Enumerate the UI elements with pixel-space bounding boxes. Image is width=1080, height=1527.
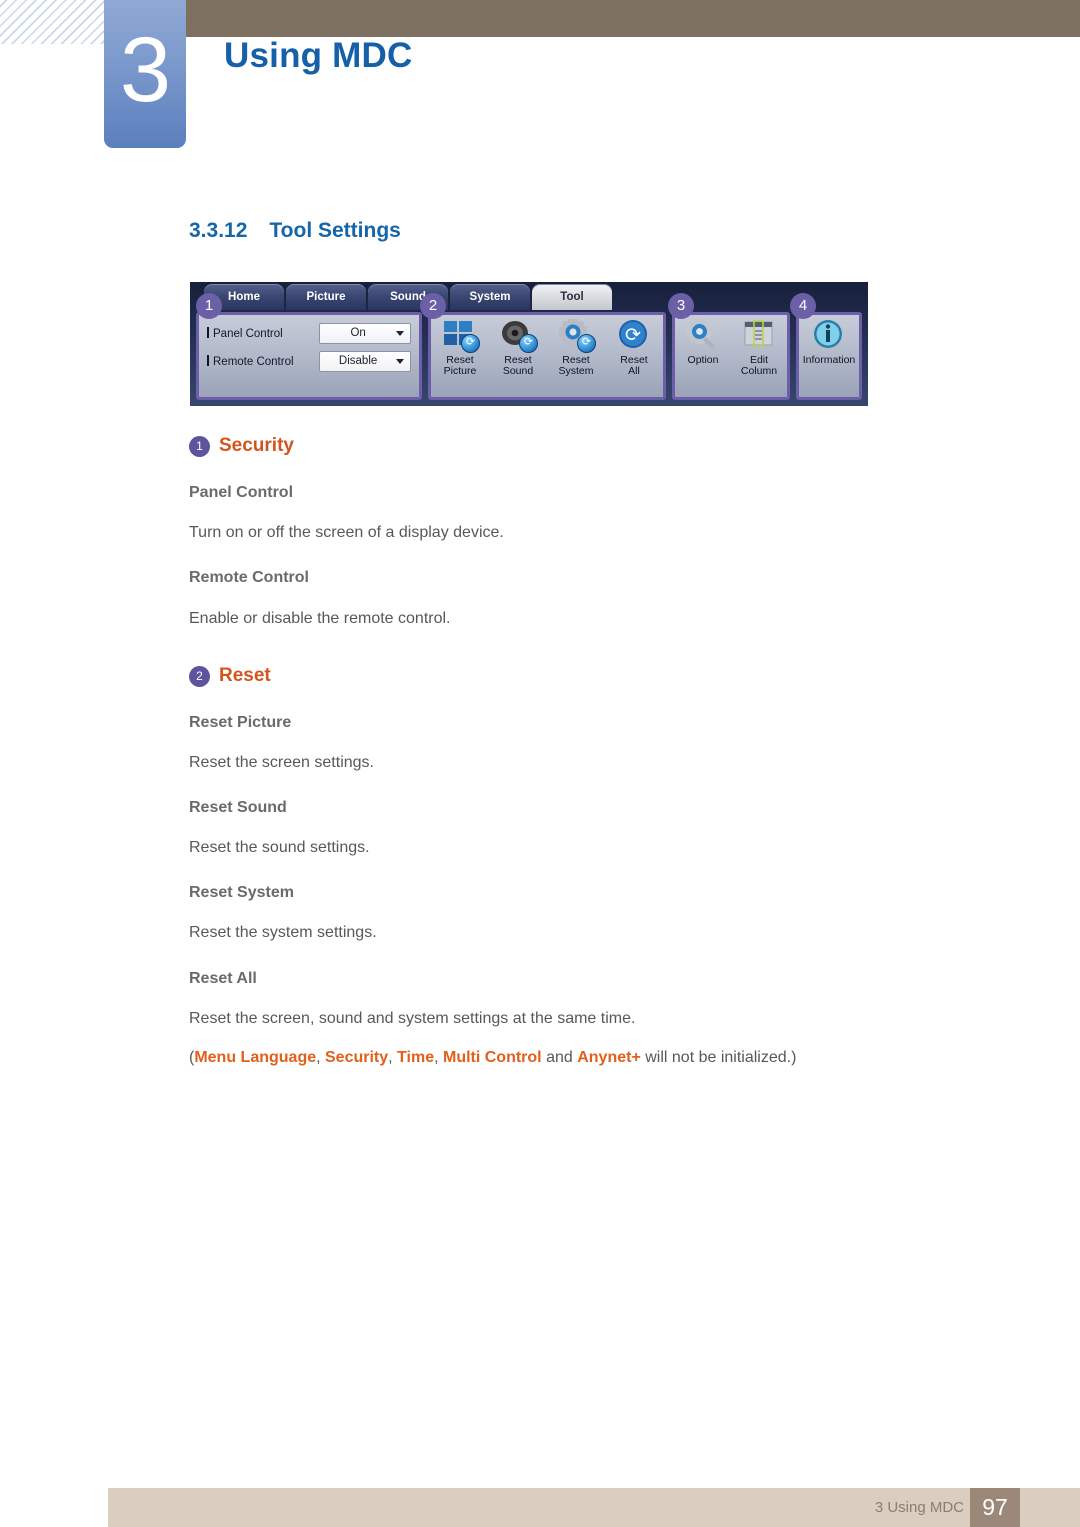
callout-title-security: Security — [219, 435, 294, 456]
option-button-row: Option Edit Column — [675, 315, 787, 401]
setting-row-remote-control: Remote Control Disable — [207, 350, 411, 372]
panel-control-dropdown[interactable]: On — [319, 322, 411, 344]
figure-badge-3: 3 — [668, 293, 694, 319]
callout-badge-2: 2 — [189, 665, 210, 687]
reset-sound-icon: ⟳ — [500, 319, 538, 353]
chapter-number: 3 — [119, 19, 171, 121]
note-menu-language: Menu Language — [194, 1049, 317, 1066]
remote-control-dropdown[interactable]: Disable — [319, 350, 411, 372]
figure-badge-1: 1 — [196, 293, 222, 319]
information-label: Information — [802, 354, 856, 366]
chapter-tab: 3 — [104, 0, 186, 148]
remote-control-label: Remote Control — [207, 355, 319, 368]
option-button[interactable]: Option — [675, 318, 731, 366]
note-multi-control: Multi Control — [442, 1049, 542, 1066]
information-button-row: Information — [799, 315, 859, 401]
callout-heading-reset: 2 Reset — [189, 665, 271, 687]
chapter-title: Using MDC — [224, 36, 413, 75]
reset-exclusion-note: (Menu Language, Security, Time, Multi Co… — [189, 1049, 796, 1067]
reset-system-label: Reset System — [558, 354, 594, 377]
subhead-panel-control: Panel Control — [189, 484, 294, 501]
text-remote-control: Enable or disable the remote control. — [189, 610, 451, 627]
subhead-reset-sound: Reset Sound — [189, 799, 287, 816]
chevron-down-icon — [396, 359, 404, 364]
section-heading: 3.3.12 Tool Settings — [189, 219, 401, 243]
setting-row-panel-control: Panel Control On — [207, 322, 411, 344]
decorative-hatch-pattern — [0, 0, 112, 44]
chevron-down-icon — [396, 331, 404, 336]
mdc-tool-toolbar-figure: Home Picture Sound System Tool Panel Con… — [190, 282, 868, 406]
panel-security: Panel Control On Remote Control Disable — [196, 312, 422, 400]
note-sep-1: , — [316, 1049, 325, 1066]
toolbar-tab-strip: Home Picture Sound System Tool — [190, 282, 612, 310]
reset-all-button[interactable]: ⟳ Reset All — [605, 319, 663, 377]
panel-information: Information — [796, 312, 862, 400]
option-gear-icon — [685, 318, 721, 353]
note-sep-2: , — [388, 1049, 398, 1066]
header-brown-bar — [185, 0, 1080, 37]
note-security: Security — [325, 1049, 389, 1066]
reset-system-icon: ⟳ — [558, 318, 596, 353]
reset-sound-button[interactable]: ⟳ Reset Sound — [489, 319, 547, 377]
information-icon — [811, 319, 847, 353]
tab-tool[interactable]: Tool — [532, 284, 612, 310]
note-anynet: Anynet+ — [577, 1049, 641, 1066]
subhead-reset-picture: Reset Picture — [189, 714, 292, 731]
reset-button-row: ⟳ Reset Picture ⟳ Reset Sound ⟳ Reset Sy… — [431, 315, 663, 401]
page-number: 97 — [970, 1488, 1020, 1527]
tab-picture[interactable]: Picture — [286, 284, 366, 310]
refresh-overlay-icon: ⟳ — [519, 334, 538, 353]
figure-badge-2: 2 — [420, 293, 446, 319]
panel-control-label: Panel Control — [207, 327, 319, 340]
subhead-reset-system: Reset System — [189, 884, 294, 901]
note-tail: will not be initialized.) — [640, 1049, 797, 1066]
option-label: Option — [687, 354, 719, 366]
refresh-overlay-icon: ⟳ — [577, 334, 596, 353]
note-sep-3: , — [434, 1049, 443, 1066]
text-reset-all: Reset the screen, sound and system setti… — [189, 1010, 636, 1027]
text-reset-system: Reset the system settings. — [189, 924, 377, 941]
section-number: 3.3.12 — [189, 219, 248, 242]
toolbar-panels: Panel Control On Remote Control Disable — [196, 312, 862, 400]
reset-picture-icon: ⟳ — [442, 319, 480, 353]
subhead-remote-control: Remote Control — [189, 569, 309, 586]
panel-options: Option Edit Column — [672, 312, 790, 400]
text-reset-picture: Reset the screen settings. — [189, 754, 374, 771]
reset-picture-label: Reset Picture — [443, 354, 477, 377]
reset-all-icon: ⟳ — [616, 319, 652, 353]
subhead-reset-all: Reset All — [189, 970, 257, 987]
refresh-overlay-icon: ⟳ — [461, 334, 480, 353]
section-title: Tool Settings — [269, 219, 401, 242]
panel-reset: ⟳ Reset Picture ⟳ Reset Sound ⟳ Reset Sy… — [428, 312, 666, 400]
footer-label: 3 Using MDC — [874, 1499, 964, 1516]
callout-heading-security: 1 Security — [189, 435, 294, 457]
text-panel-control: Turn on or off the screen of a display d… — [189, 524, 504, 541]
edit-column-button[interactable]: Edit Column — [731, 319, 787, 377]
callout-title-reset: Reset — [219, 665, 271, 686]
edit-column-icon — [741, 319, 777, 353]
note-sep-4: and — [541, 1049, 578, 1066]
note-time: Time — [397, 1049, 435, 1066]
reset-picture-button[interactable]: ⟳ Reset Picture — [431, 319, 489, 377]
information-button[interactable]: Information — [800, 319, 858, 366]
text-reset-sound: Reset the sound settings. — [189, 839, 370, 856]
reset-sound-label: Reset Sound — [502, 354, 534, 377]
callout-badge-1: 1 — [189, 435, 210, 457]
svg-text:⟳: ⟳ — [625, 324, 641, 346]
reset-system-button[interactable]: ⟳ Reset System — [547, 318, 605, 377]
edit-column-label: Edit Column — [740, 354, 778, 377]
tab-system[interactable]: System — [450, 284, 530, 310]
figure-badge-4: 4 — [790, 293, 816, 319]
reset-all-label: Reset All — [620, 354, 648, 377]
